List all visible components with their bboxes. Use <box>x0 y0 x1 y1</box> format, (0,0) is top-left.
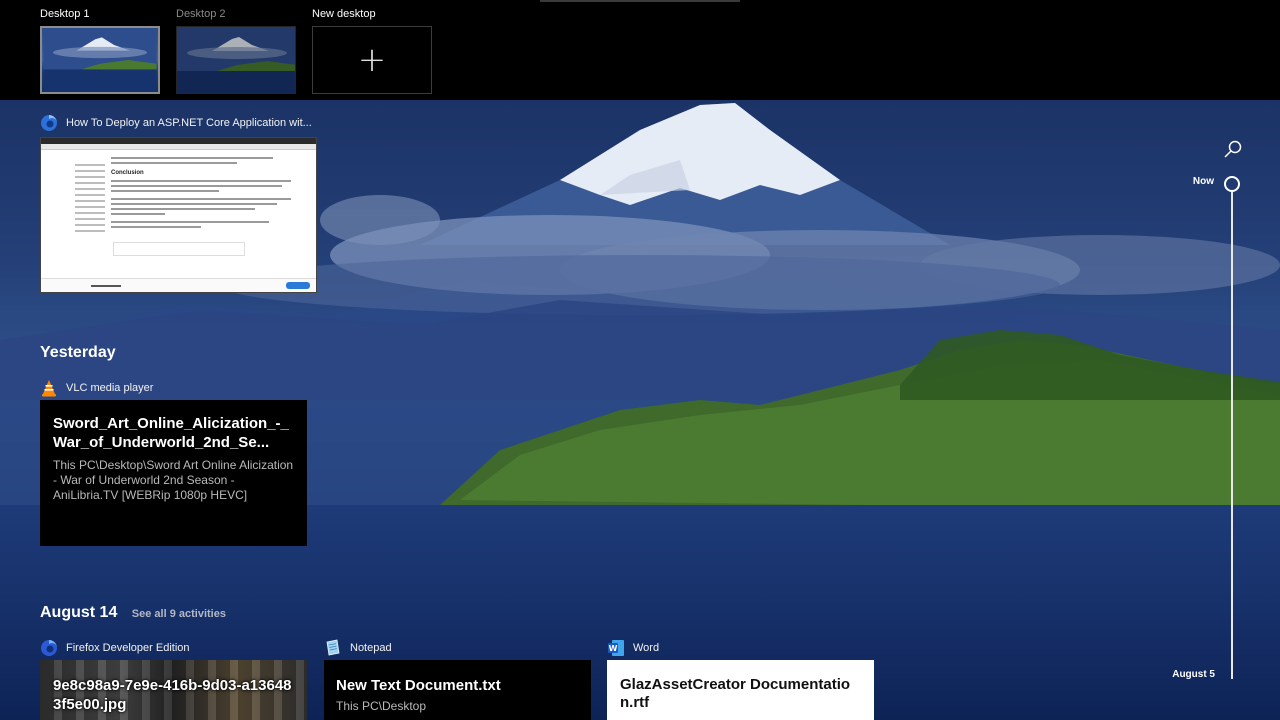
thumbnail-sidebar <box>75 160 105 236</box>
firefox-dev-activity-header: Firefox Developer Edition <box>40 639 190 657</box>
desktop-2-label: Desktop 2 <box>176 8 226 20</box>
vlc-icon <box>42 380 56 397</box>
word-activity-title: GlazAssetCreator Documentation.rtf <box>620 676 851 711</box>
firefox-dev-app-name: Firefox Developer Edition <box>66 642 190 654</box>
vlc-activity-header: VLC media player <box>40 379 153 397</box>
timeline-now-label: Now <box>1192 176 1214 187</box>
notepad-activity-path: This PC\Desktop <box>336 699 427 713</box>
thumbnail-feedback-box <box>113 242 245 256</box>
section-heading-yesterday: Yesterday <box>40 344 116 361</box>
desktop-1-preview <box>42 28 158 92</box>
word-activity-header: W Word <box>607 639 659 657</box>
desktop-1-thumbnail[interactable] <box>40 26 160 94</box>
word-app-name: Word <box>633 642 660 654</box>
desktop-1-label: Desktop 1 <box>40 8 90 20</box>
word-icon: W <box>608 640 624 656</box>
notepad-app-name: Notepad <box>350 642 392 654</box>
notepad-activity-header: Notepad <box>324 639 392 657</box>
firefox-activity-title: How To Deploy an ASP.NET Core Applicatio… <box>66 117 312 129</box>
desktop-2-thumbnail[interactable] <box>176 26 296 94</box>
august-14-heading: August 14 <box>40 604 118 621</box>
timeline-thumb[interactable] <box>1224 176 1240 192</box>
notepad-icon <box>326 639 340 656</box>
image-activity-card[interactable]: 9e8c98a9-7e9e-416b-9d03-a136483f5e00.jpg <box>40 660 307 720</box>
vlc-activity-path: This PC\Desktop\Sword Art Online Aliciza… <box>53 458 294 502</box>
see-all-activities-link[interactable]: See all 9 activities <box>132 608 226 620</box>
desktop-2-preview <box>177 27 295 93</box>
firefox-icon <box>41 115 57 131</box>
search-icon[interactable] <box>1222 138 1244 160</box>
thumbnail-footer <box>41 278 316 292</box>
firefox-activity-header: How To Deploy an ASP.NET Core Applicatio… <box>40 114 312 132</box>
svg-text:W: W <box>609 644 618 653</box>
vlc-activity-card[interactable]: Sword_Art_Online_Alicization_-_War_of_Un… <box>40 400 307 546</box>
notepad-activity-title: New Text Document.txt <box>336 677 501 694</box>
thumbnail-heading: Conclusion <box>111 170 144 176</box>
timeline-end-date: August 5 <box>1172 669 1215 680</box>
vlc-app-name: VLC media player <box>66 382 154 394</box>
desktops-bar: Desktop 1 Desktop 2 New desktop + <box>0 0 1280 100</box>
timeline-track[interactable] <box>1231 192 1233 679</box>
drag-handle[interactable] <box>540 0 740 2</box>
plus-icon: + <box>357 40 387 80</box>
new-desktop-label: New desktop <box>312 8 376 20</box>
vlc-activity-title: Sword_Art_Online_Alicization_-_War_of_Un… <box>53 415 289 451</box>
thumbnail-content: Conclusion <box>111 154 291 231</box>
new-desktop-button[interactable]: + <box>312 26 432 94</box>
image-activity-title: 9e8c98a9-7e9e-416b-9d03-a136483f5e00.jpg <box>53 677 292 713</box>
firefox-developer-icon <box>41 640 57 656</box>
section-heading-august-14: August 14 See all 9 activities <box>40 604 226 622</box>
word-activity-card[interactable]: GlazAssetCreator Documentation.rtf <box>607 660 874 720</box>
notepad-activity-card[interactable]: New Text Document.txt This PC\Desktop <box>324 660 591 720</box>
thumbnail-url-bar <box>41 144 316 150</box>
firefox-activity-card[interactable]: Conclusion <box>40 137 317 293</box>
